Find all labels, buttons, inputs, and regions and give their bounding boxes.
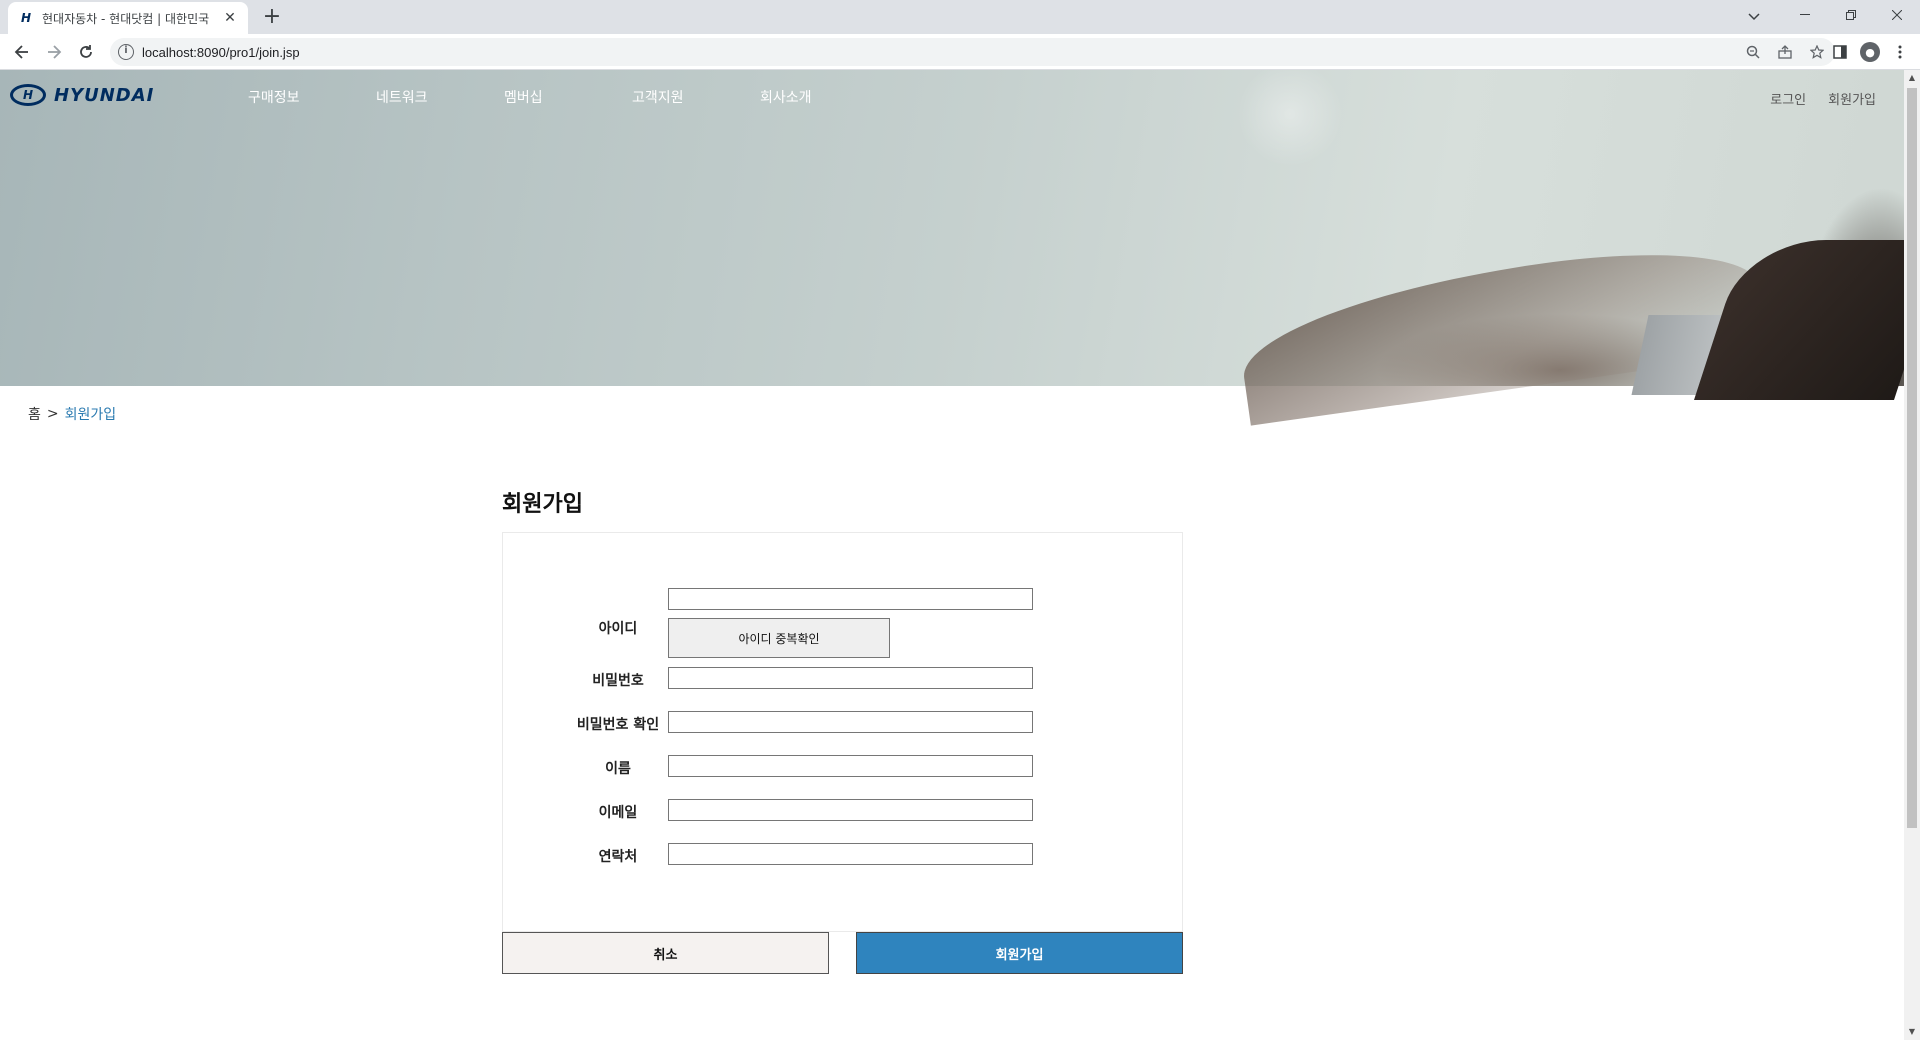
login-link[interactable]: 로그인 (1770, 89, 1806, 108)
browser-toolbar: i localhost:8090/pro1/join.jsp ● (0, 34, 1920, 70)
bookmark-star-icon[interactable] (1807, 42, 1827, 62)
address-bar[interactable]: i localhost:8090/pro1/join.jsp (110, 38, 1835, 66)
id-label: 아이디 (598, 621, 638, 637)
utility-links: 로그인 회원가입 (1770, 89, 1876, 108)
breadcrumb-current: 회원가입 (64, 407, 117, 423)
nav-item-network[interactable]: 네트워크 (376, 87, 504, 107)
page-title: 회원가입 (502, 492, 583, 517)
window-controls (1782, 0, 1920, 34)
zoom-icon[interactable] (1743, 42, 1763, 62)
site-info-icon[interactable]: i (118, 44, 134, 60)
tab-title: 현대자동차 - 현대닷컴 | 대한민국 (42, 11, 210, 26)
breadcrumb-separator: > (46, 406, 59, 422)
password-label: 비밀번호 (592, 673, 644, 689)
side-panel-icon[interactable] (1828, 40, 1852, 64)
phone-input[interactable] (668, 843, 1033, 865)
nav-item-company[interactable]: 회사소개 (760, 87, 888, 107)
close-tab-icon[interactable]: ✕ (222, 10, 238, 26)
profile-avatar-icon[interactable]: ● (1860, 42, 1880, 62)
url-text: localhost:8090/pro1/join.jsp (142, 44, 300, 60)
nav-item-purchase[interactable]: 구매정보 (248, 87, 376, 107)
scroll-up-arrow-icon[interactable]: ▲ (1904, 70, 1920, 86)
nav-item-membership[interactable]: 멤버십 (504, 87, 632, 107)
page-scrollbar[interactable]: ▲ ▼ (1904, 70, 1920, 1040)
hyundai-favicon-icon: H (20, 11, 32, 25)
cancel-button[interactable]: 취소 (502, 932, 829, 974)
submit-join-button[interactable]: 회원가입 (856, 932, 1183, 974)
breadcrumb-home[interactable]: 홈 (28, 404, 41, 424)
password-confirm-input[interactable] (668, 711, 1033, 733)
hyundai-emblem-icon: H (10, 84, 46, 106)
scroll-down-arrow-icon[interactable]: ▼ (1904, 1024, 1920, 1040)
hyundai-logo[interactable]: H HYUNDAI (10, 84, 154, 106)
email-input[interactable] (668, 799, 1033, 821)
phone-label: 연락처 (598, 849, 638, 865)
page-viewport: H HYUNDAI 구매정보 네트워크 멤버십 고객지원 회사소개 로그인 회원… (0, 70, 1904, 1040)
tab-search-chevron-icon[interactable] (1740, 4, 1768, 30)
reload-icon[interactable] (74, 40, 98, 64)
join-form: 아이디 아이디 중복확인 비밀번호 비밀번호 확인 이름 이메일 연락처 (502, 532, 1183, 932)
password-confirm-label: 비밀번호 확인 (576, 717, 660, 733)
browser-tabstrip: H 현대자동차 - 현대닷컴 | 대한민국 ✕ + (0, 0, 1920, 34)
hero-banner: H HYUNDAI 구매정보 네트워크 멤버십 고객지원 회사소개 로그인 회원… (0, 70, 1904, 426)
nav-item-support[interactable]: 고객지원 (632, 87, 760, 107)
password-input[interactable] (668, 667, 1033, 689)
new-tab-button[interactable]: + (258, 4, 286, 32)
name-input[interactable] (668, 755, 1033, 777)
logo-text: HYUNDAI (54, 84, 155, 106)
breadcrumb: 홈 > 회원가입 (28, 404, 116, 424)
name-label: 이름 (605, 761, 631, 777)
id-dup-check-button[interactable]: 아이디 중복확인 (668, 618, 890, 658)
minimize-icon[interactable] (1782, 0, 1828, 30)
close-window-icon[interactable] (1874, 0, 1920, 30)
forward-arrow-icon[interactable] (42, 40, 66, 64)
email-label: 이메일 (598, 805, 638, 821)
join-link[interactable]: 회원가입 (1828, 89, 1876, 108)
main-nav: 구매정보 네트워크 멤버십 고객지원 회사소개 (248, 87, 888, 107)
menu-kebab-icon[interactable] (1888, 40, 1912, 64)
back-arrow-icon[interactable] (10, 40, 34, 64)
browser-tab[interactable]: H 현대자동차 - 현대닷컴 | 대한민국 ✕ (8, 2, 248, 34)
share-icon[interactable] (1775, 42, 1795, 62)
restore-icon[interactable] (1828, 0, 1874, 30)
scrollbar-thumb[interactable] (1907, 88, 1917, 828)
id-input[interactable] (668, 588, 1033, 610)
